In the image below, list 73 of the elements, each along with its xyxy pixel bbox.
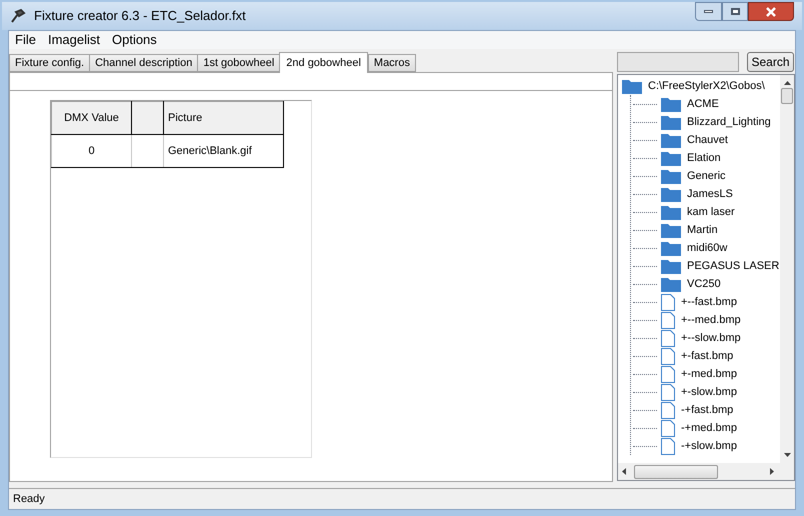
tree-item[interactable]: Blizzard_Lighting — [687, 114, 771, 130]
file-icon — [661, 312, 675, 328]
folder-icon — [661, 114, 681, 130]
table-cell — [132, 134, 164, 168]
folder-icon — [622, 78, 642, 94]
folder-icon — [661, 204, 681, 220]
tab[interactable]: Fixture config. — [9, 54, 90, 72]
tree-item[interactable]: VC250 — [687, 276, 721, 292]
tab[interactable]: Channel description — [89, 54, 198, 72]
file-icon — [661, 384, 675, 400]
folder-icon — [661, 258, 681, 274]
folder-icon — [661, 132, 681, 148]
tree-item[interactable]: Elation — [687, 150, 721, 166]
tree-item[interactable]: Generic — [687, 168, 726, 184]
search-field[interactable] — [617, 52, 739, 72]
tree-item[interactable]: +--med.bmp — [681, 312, 741, 328]
tree-item[interactable]: Chauvet — [687, 132, 728, 148]
tree-item[interactable]: -+slow.bmp — [681, 438, 737, 454]
folder-icon — [661, 186, 681, 202]
file-icon — [661, 366, 675, 382]
status-text: Ready — [13, 492, 45, 507]
table-cell: 0 — [52, 134, 132, 168]
tree-item[interactable]: ACME — [687, 96, 719, 112]
tree-item[interactable]: C:\FreeStylerX2\Gobos\ — [648, 78, 765, 94]
file-icon — [661, 402, 675, 418]
tree-item[interactable]: +--slow.bmp — [681, 330, 741, 346]
column-header[interactable]: DMX Value — [52, 102, 132, 134]
folder-icon — [661, 150, 681, 166]
tree-item[interactable]: PEGASUS LASER — [687, 258, 780, 274]
tree-item[interactable]: +--fast.bmp — [681, 294, 737, 310]
close-button[interactable] — [748, 2, 794, 21]
file-icon — [661, 438, 675, 454]
tree-item[interactable]: -+med.bmp — [681, 420, 737, 436]
folder-icon — [661, 240, 681, 256]
scroll-right-icon — [770, 468, 774, 475]
folder-icon — [661, 168, 681, 184]
maximize-button[interactable] — [722, 2, 748, 21]
horizontal-scrollbar[interactable] — [618, 463, 794, 480]
tree-item[interactable]: Martin — [687, 222, 718, 238]
file-icon — [661, 330, 675, 346]
tree-item[interactable]: -+fast.bmp — [681, 402, 734, 418]
window-title: Fixture creator 6.3 - ETC_Selador.fxt — [34, 7, 246, 26]
menu-item[interactable]: File — [9, 30, 42, 50]
scroll-left-icon — [622, 468, 626, 475]
scroll-up-icon — [784, 81, 790, 85]
file-icon — [661, 420, 675, 436]
table-cell: Generic\Blank.gif — [164, 134, 284, 168]
tab[interactable]: 2nd gobowheel — [279, 52, 368, 73]
search-button[interactable]: Search — [747, 52, 794, 72]
tab[interactable]: 1st gobowheel — [197, 54, 280, 72]
column-header[interactable] — [132, 102, 164, 134]
tree-item[interactable]: kam laser — [687, 204, 735, 220]
tree-item[interactable]: midi60w — [687, 240, 728, 256]
vertical-scrollbar[interactable] — [780, 75, 794, 463]
tree-item[interactable]: +-med.bmp — [681, 366, 737, 382]
menu-item[interactable]: Options — [106, 30, 163, 50]
tree-item[interactable]: +-fast.bmp — [681, 348, 734, 364]
tab[interactable]: Macros — [368, 54, 416, 72]
folder-icon — [661, 222, 681, 238]
app-icon — [10, 8, 26, 24]
close-icon — [765, 6, 777, 16]
column-header[interactable]: Picture — [164, 102, 284, 134]
menu-item[interactable]: Imagelist — [42, 30, 106, 50]
file-icon — [661, 348, 675, 364]
scroll-down-icon — [784, 453, 790, 457]
tree-item[interactable]: +-slow.bmp — [681, 384, 737, 400]
tree-item[interactable]: JamesLS — [687, 186, 733, 202]
folder-icon — [661, 96, 681, 112]
scroll-thumb[interactable] — [634, 464, 718, 478]
scroll-thumb[interactable] — [781, 88, 793, 104]
folder-icon — [661, 276, 681, 292]
minimize-button[interactable] — [695, 2, 722, 21]
file-icon — [661, 294, 675, 310]
